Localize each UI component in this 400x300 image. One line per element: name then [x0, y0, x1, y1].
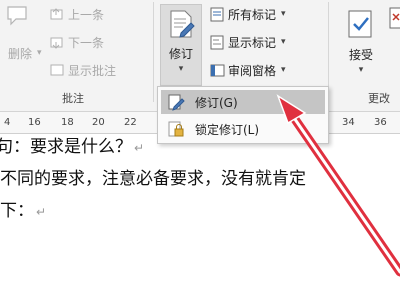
markup-icon [210, 7, 224, 21]
document-text: 不同的要求，注意必备要求，没有就肯定 [0, 169, 306, 189]
document-area[interactable]: 句：要求是什么？ ↵ 不同的要求，注意必备要求，没有就肯定 下： ↵ [0, 134, 400, 300]
document-line: 下： ↵ [0, 196, 46, 221]
previous-label: 上一条 [68, 7, 105, 22]
track-changes-label: 修订 [168, 47, 193, 61]
document-line: 不同的要求，注意必备要求，没有就肯定 [0, 164, 306, 189]
paragraph-mark-icon: ↵ [36, 205, 47, 219]
menu-item-track-changes[interactable]: 修订(G) [161, 90, 325, 114]
ruler-tick: 16 [28, 117, 41, 128]
new-comment-button[interactable] [6, 6, 30, 26]
next-comment-icon [50, 37, 63, 49]
menu-item-label: 修订(G) [195, 95, 238, 110]
show-markup-button[interactable]: 显示标记 ▾ [210, 33, 286, 51]
markup-display-select[interactable]: 所有标记 ▾ [210, 5, 286, 23]
show-markup-label: 显示标记 [228, 35, 277, 50]
accept-button[interactable]: 接受 ▾ [338, 4, 384, 86]
ruler-tick: 22 [124, 117, 137, 128]
chevron-down-icon: ▾ [37, 48, 42, 58]
show-comments-label: 显示批注 [68, 63, 117, 78]
next-label: 下一条 [68, 35, 105, 50]
chevron-down-icon: ▾ [178, 64, 184, 74]
accept-label: 接受 [348, 48, 373, 62]
chevron-down-icon: ▾ [281, 37, 286, 47]
delete-label: 删除 [8, 46, 33, 61]
ruler-tick: 34 [342, 117, 355, 128]
delete-comment-button[interactable]: 删除 ▾ [8, 44, 42, 62]
all-markup-label: 所有标记 [228, 7, 277, 22]
show-markup-icon [210, 35, 224, 49]
next-comment-button[interactable]: 下一条 [50, 33, 104, 51]
lock-icon [168, 121, 184, 137]
track-changes-button[interactable]: 修订 ▾ [160, 4, 202, 86]
reviewing-pane-button[interactable]: 审阅窗格 ▾ [210, 61, 286, 79]
divider [153, 2, 154, 102]
track-changes-menu: 修订(G) 锁定修订(L) [157, 86, 329, 144]
accept-icon [348, 10, 372, 38]
reviewing-pane-icon [210, 64, 225, 76]
comments-group-label: 批注 [62, 92, 84, 105]
reject-button[interactable] [388, 6, 400, 36]
changes-group-label: 更改 [368, 92, 390, 105]
previous-comment-button[interactable]: 上一条 [50, 5, 104, 23]
reject-icon [389, 7, 400, 29]
chevron-down-icon: ▾ [281, 65, 286, 75]
menu-item-lock-tracking[interactable]: 锁定修订(L) [161, 117, 325, 141]
chevron-down-icon: ▾ [281, 9, 286, 19]
document-line: 句：要求是什么？ ↵ [0, 132, 144, 157]
previous-comment-icon [50, 7, 63, 19]
show-comments-icon [50, 64, 64, 75]
comment-icon [7, 6, 27, 26]
track-changes-icon [168, 94, 185, 111]
document-text: 句：要求是什么？ [0, 137, 132, 157]
paragraph-mark-icon: ↵ [134, 141, 145, 155]
track-changes-icon [170, 10, 195, 38]
ruler-tick: 18 [61, 117, 74, 128]
show-comments-button[interactable]: 显示批注 [50, 61, 116, 79]
reviewing-pane-label: 审阅窗格 [228, 63, 277, 78]
ruler-tick: 20 [92, 117, 105, 128]
ruler-tick: 4 [4, 117, 11, 128]
menu-item-label: 锁定修订(L) [195, 122, 260, 137]
ruler-tick: 36 [374, 117, 387, 128]
document-text: 下： [0, 201, 34, 221]
chevron-down-icon: ▾ [358, 65, 364, 75]
